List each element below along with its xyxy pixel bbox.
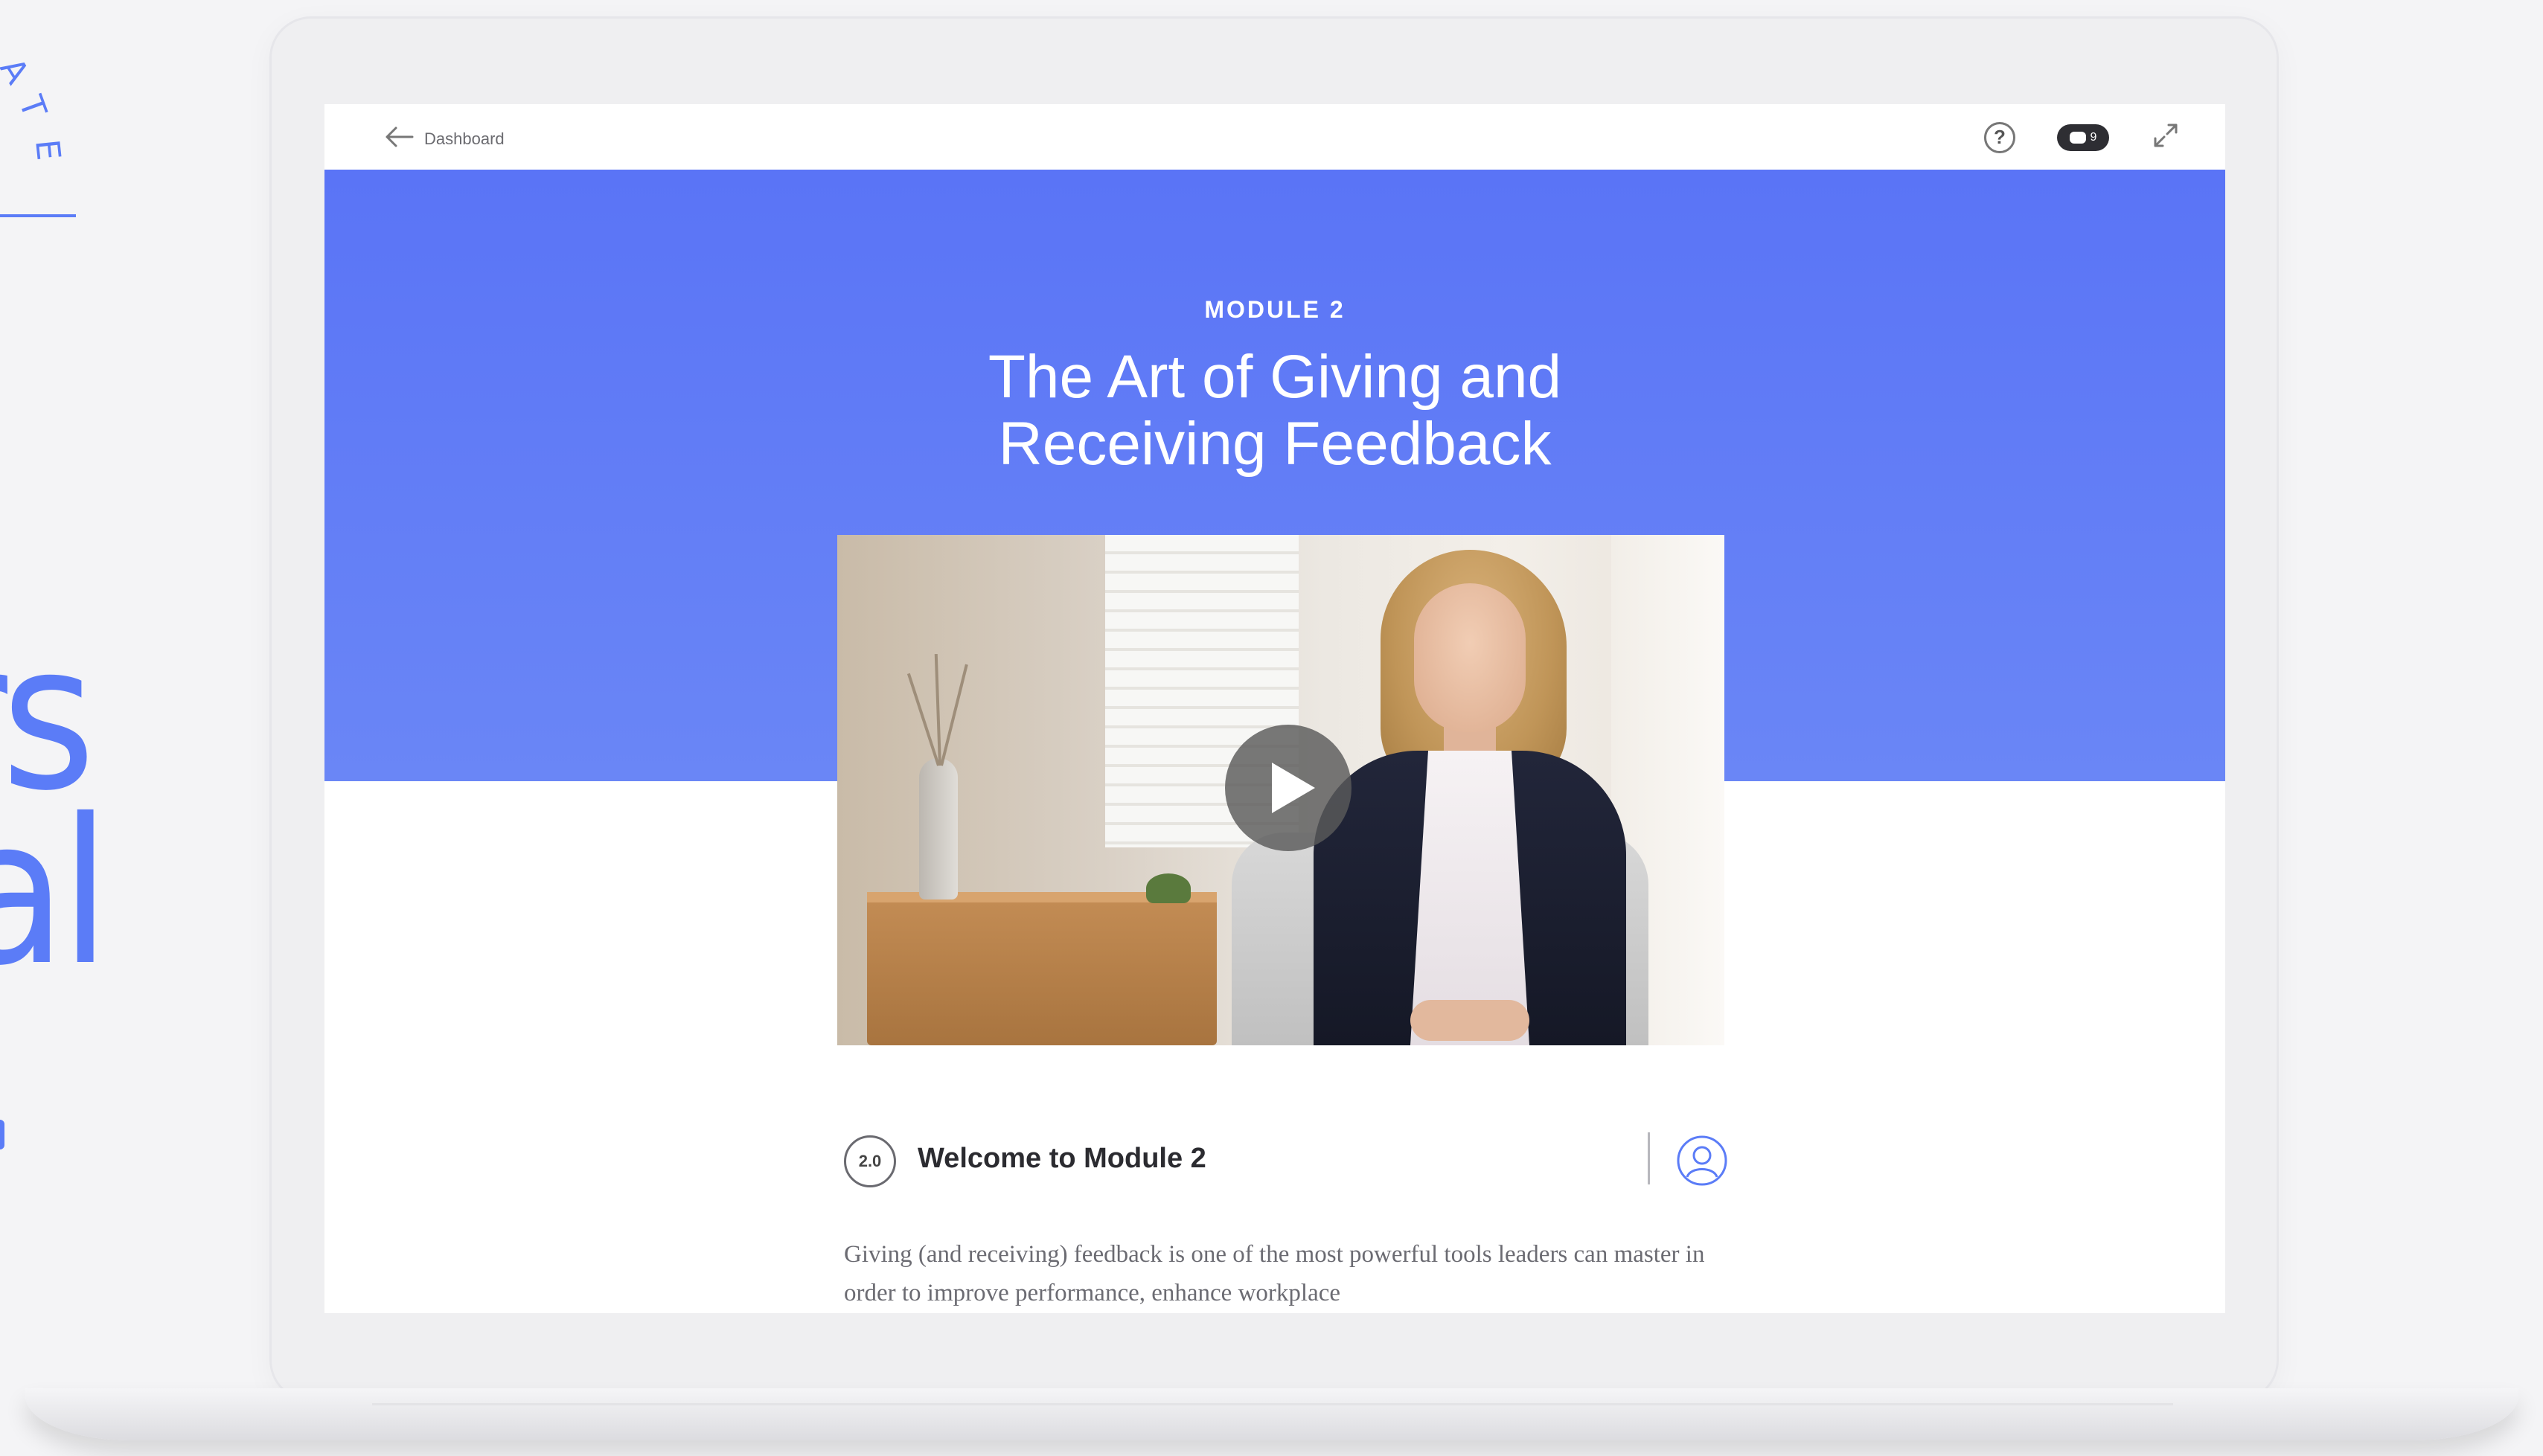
question-circle-icon[interactable]: ? [1984,121,2015,153]
cropped-punctuation [0,1120,4,1149]
chat-button[interactable]: 9 [2057,124,2109,151]
back-to-dashboard-link[interactable]: Dashboard [384,124,505,154]
video-scene-branch [906,673,940,766]
arc-letter: A [0,51,36,91]
laptop-base-edge [372,1403,2173,1405]
video-scene-plant [1146,873,1191,903]
divider-line [0,214,76,217]
cropped-headline-word: al [0,775,110,1010]
laptop-screen: Dashboard ? 9 MODULE 2 The Art of Giving… [324,104,2225,1313]
module-title: The Art of Giving and Receiving Feedback [324,344,2225,478]
module-title-line: Receiving Feedback [998,410,1552,478]
arc-letter: T [10,91,54,123]
play-icon [1272,763,1315,813]
presenter-face [1414,583,1526,732]
module-title-line: The Art of Giving and [988,343,1562,411]
module-label: MODULE 2 [1204,296,1346,323]
video-scene-cabinet [867,892,1217,1045]
video-scene-branch [940,664,968,766]
back-label: Dashboard [424,129,505,148]
lesson-header: 2.0 Welcome to Module 2 [844,1132,1730,1192]
expand-icon[interactable] [2151,121,2181,154]
top-icons: ? 9 [1984,121,2181,154]
laptop-base [25,1388,2518,1440]
video-scene-branch [934,654,941,766]
lesson-body-text: Giving (and receiving) feedback is one o… [844,1241,1705,1306]
side-marketing-text: A T E rs al [0,0,253,1456]
user-circle-icon[interactable] [1675,1134,1729,1187]
chat-count: 9 [2090,130,2097,144]
play-button[interactable] [1225,725,1352,851]
chat-bubble-icon [2069,131,2086,144]
arc-letter: E [28,138,68,162]
video-scene-vase [919,758,958,899]
presenter-hands [1410,1000,1529,1041]
lesson-divider [1648,1132,1650,1184]
top-bar: Dashboard ? 9 [324,104,2225,170]
lesson-number-badge: 2.0 [844,1135,896,1187]
arrow-left-icon [384,124,414,154]
lesson-title: Welcome to Module 2 [918,1143,1206,1174]
video-player[interactable] [837,535,1724,1045]
